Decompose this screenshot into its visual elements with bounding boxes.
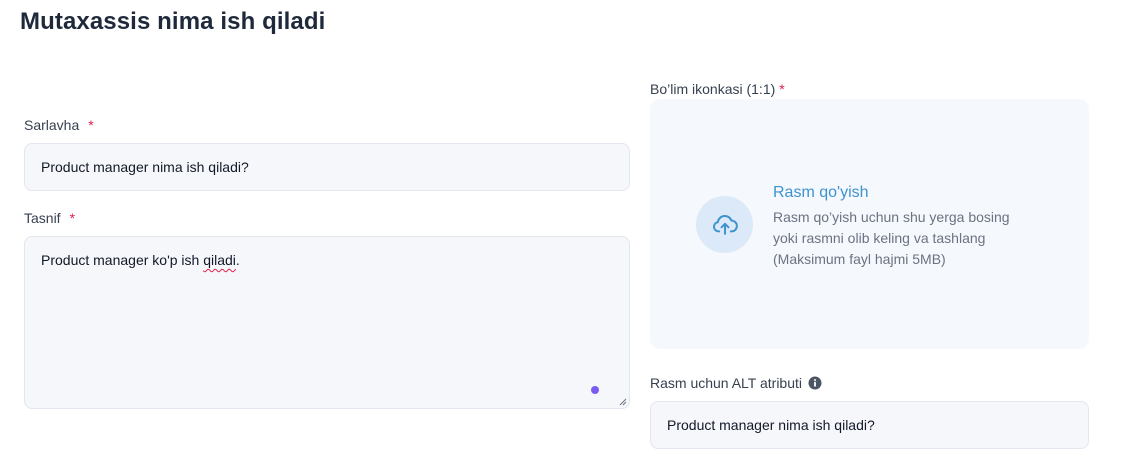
alt-input-value: Product manager nima ish qiladi?: [667, 417, 875, 433]
description-text: Product manager ko'p ish qiladi.: [41, 252, 240, 268]
upload-title: Rasm qo'yish: [773, 184, 869, 201]
upload-description-line: (Maksimum fayl hajmi 5MB): [773, 251, 946, 267]
spellcheck-word[interactable]: qiladi: [203, 252, 236, 268]
info-icon[interactable]: [808, 376, 822, 390]
description-textarea[interactable]: Product manager ko'p ish qiladi.: [24, 236, 630, 409]
cloud-upload-icon: [712, 214, 738, 235]
alt-label-text: Rasm uchun ALT atributi: [650, 375, 803, 391]
description-label: Tasnif *: [24, 210, 75, 226]
heading-input[interactable]: Product manager nima ish qiladi?: [24, 143, 630, 191]
upload-icon-circle: [696, 196, 753, 253]
description-text-part: Product manager ko'p ish: [41, 252, 204, 268]
required-mark: *: [779, 81, 785, 97]
upload-description-line: yoki rasmni olib keling va tashlang: [773, 230, 986, 246]
heading-label: Sarlavha *: [24, 117, 94, 133]
upload-description-line: Rasm qo’yish uchun shu yerga bosing: [773, 209, 1010, 225]
page-title: Mutaxassis nima ish qiladi: [20, 8, 326, 35]
icon-upload-label-text: Bo’lim ikonkasi (1:1): [650, 81, 776, 97]
description-label-text: Tasnif: [24, 210, 61, 226]
required-mark: *: [69, 210, 76, 226]
heading-label-text: Sarlavha: [24, 117, 80, 133]
upload-description: Rasm qo’yish uchun shu yerga bosing yoki…: [773, 207, 1010, 270]
page: Mutaxassis nima ish qiladi Sarlavha * Pr…: [0, 0, 1129, 463]
icon-upload-label: Bo’lim ikonkasi (1:1) *: [650, 81, 785, 97]
alt-label: Rasm uchun ALT atributi: [650, 375, 822, 391]
grammarly-icon[interactable]: [591, 386, 599, 394]
description-text-end: .: [235, 252, 240, 268]
heading-input-value: Product manager nima ish qiladi?: [41, 159, 249, 175]
required-mark: *: [88, 117, 94, 133]
alt-input[interactable]: Product manager nima ish qiladi?: [650, 401, 1089, 449]
resize-handle-icon[interactable]: [619, 398, 627, 406]
image-upload-dropzone[interactable]: Rasm qo'yish Rasm qo’yish uchun shu yerg…: [650, 99, 1089, 349]
